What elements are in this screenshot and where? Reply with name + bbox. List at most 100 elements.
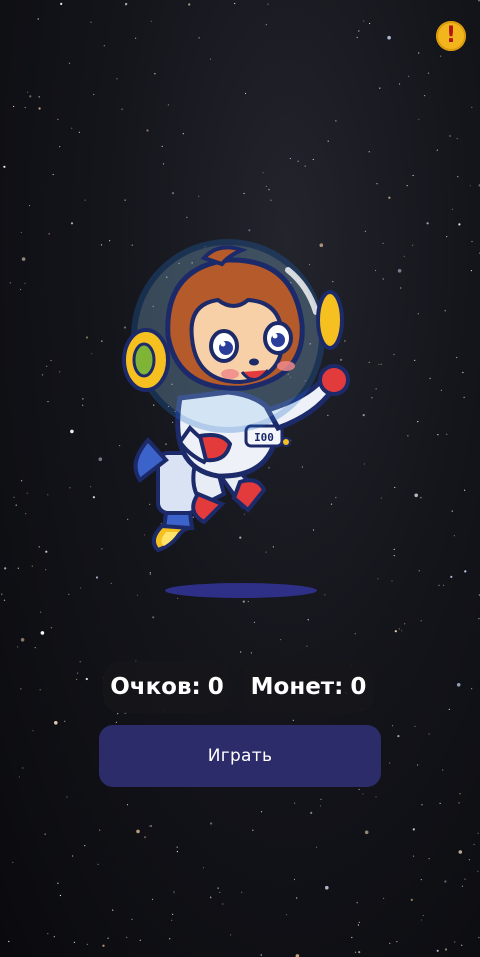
star <box>24 106 26 109</box>
score-badge: Очков: 0 <box>103 661 231 713</box>
star <box>296 897 298 899</box>
star <box>417 313 419 315</box>
star <box>173 892 175 894</box>
star <box>40 631 45 635</box>
star <box>397 735 400 738</box>
star <box>378 363 380 365</box>
star <box>398 628 400 630</box>
star <box>71 127 73 129</box>
star <box>182 133 184 135</box>
star <box>149 825 151 827</box>
star <box>307 619 309 621</box>
star <box>222 903 224 905</box>
star <box>151 898 154 901</box>
star <box>209 58 212 60</box>
star <box>407 435 409 437</box>
star <box>458 223 461 226</box>
star <box>21 257 26 261</box>
coins-label: Монет: <box>250 674 344 700</box>
star <box>383 897 385 900</box>
star <box>393 548 395 551</box>
star <box>438 584 440 586</box>
star <box>363 20 365 22</box>
star <box>461 885 463 887</box>
star <box>401 630 403 632</box>
star <box>66 796 68 798</box>
stats-bar: Очков: 0 Монет: 0 <box>103 661 378 713</box>
star <box>285 914 288 916</box>
star <box>327 140 329 142</box>
astronaut-monkey-image: I00 <box>122 239 350 553</box>
star <box>468 859 470 861</box>
star <box>412 244 414 246</box>
star <box>97 863 99 866</box>
star <box>310 811 313 815</box>
star <box>202 867 205 869</box>
star <box>387 35 391 40</box>
star <box>456 683 461 687</box>
star <box>268 189 270 191</box>
play-button[interactable]: Играть <box>99 725 381 787</box>
star <box>478 0 480 2</box>
star <box>50 359 52 362</box>
star <box>369 22 371 25</box>
star <box>420 497 422 499</box>
star <box>31 565 33 567</box>
star <box>244 92 247 95</box>
svg-text:I00: I00 <box>254 431 274 444</box>
alert-icon[interactable]: ! <box>436 21 466 51</box>
star <box>358 30 360 32</box>
star <box>418 570 420 572</box>
star <box>292 719 294 721</box>
star <box>439 802 441 804</box>
star <box>161 145 163 147</box>
star <box>82 404 84 406</box>
star <box>393 353 395 356</box>
star <box>26 492 28 494</box>
star <box>428 733 430 735</box>
star <box>198 195 200 197</box>
star <box>473 843 475 846</box>
star <box>412 828 415 831</box>
star <box>38 107 41 110</box>
star <box>426 222 429 225</box>
star <box>109 240 111 242</box>
star <box>414 493 419 498</box>
star <box>95 576 99 579</box>
star <box>22 767 24 769</box>
star <box>306 645 308 647</box>
star <box>408 75 410 77</box>
star <box>60 2 63 5</box>
star <box>436 949 439 952</box>
star <box>357 924 359 926</box>
star <box>217 887 219 889</box>
star <box>320 798 322 801</box>
star <box>85 677 88 681</box>
star <box>172 913 174 915</box>
star <box>54 721 58 725</box>
star <box>450 575 453 579</box>
star <box>64 720 66 723</box>
star <box>404 623 406 625</box>
star <box>59 146 61 148</box>
star <box>84 199 86 201</box>
star <box>247 600 249 603</box>
star <box>368 361 370 363</box>
star <box>429 377 431 379</box>
mascot-shadow <box>165 583 317 598</box>
star <box>428 858 430 860</box>
star <box>443 584 445 586</box>
star <box>38 96 40 98</box>
star <box>240 651 242 653</box>
star <box>394 630 397 633</box>
star <box>37 18 39 20</box>
star <box>90 486 92 488</box>
star <box>420 879 422 881</box>
star <box>171 919 173 921</box>
star <box>388 196 391 199</box>
star <box>21 480 23 482</box>
star <box>461 944 463 946</box>
star <box>34 647 36 649</box>
star <box>8 940 10 943</box>
star <box>9 282 11 284</box>
